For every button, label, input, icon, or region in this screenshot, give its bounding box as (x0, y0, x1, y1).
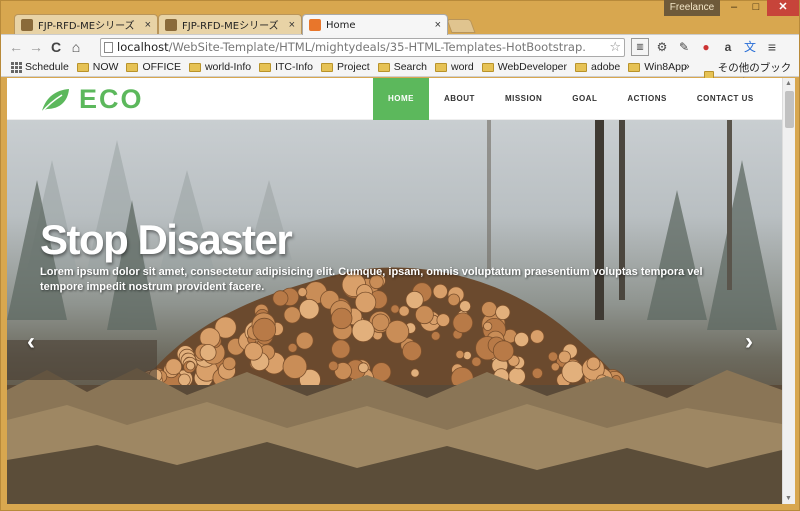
tab-fjp-2[interactable]: FJP-RFD-MEシリーズ【従 × (158, 14, 302, 34)
close-window-button[interactable]: ✕ (767, 0, 799, 16)
back-button[interactable]: ← (6, 37, 26, 57)
tab-home[interactable]: Home × (302, 14, 448, 35)
page-viewport: ECO HOME ABOUT MISSION GOAL ACTIONS CONT… (7, 78, 782, 504)
bookmark-folder[interactable]: world-Info (188, 61, 251, 73)
extension-icon[interactable]: ● (697, 38, 715, 56)
menu-item-goal[interactable]: GOAL (557, 78, 612, 120)
tab-close-icon[interactable]: × (435, 19, 441, 31)
page-icon (104, 42, 113, 53)
logo-text: ECO (79, 84, 144, 114)
site-navbar: ECO HOME ABOUT MISSION GOAL ACTIONS CONT… (7, 78, 782, 120)
amazon-icon[interactable]: a (719, 38, 737, 56)
folder-icon (126, 62, 139, 72)
bookmarks-bar: Schedule NOW OFFICE world-Info ITC-Info … (1, 58, 799, 89)
folder-icon (481, 62, 494, 72)
bookmark-folder[interactable]: Search (377, 61, 427, 73)
new-tab-button[interactable] (446, 19, 476, 33)
tab-fjp-1[interactable]: FJP-RFD-MEシリーズ【従 × (14, 14, 158, 34)
extension-icon[interactable]: ✎ (675, 38, 693, 56)
hero-title: Stop Disaster (40, 216, 293, 263)
bookmark-folder[interactable]: word (434, 61, 474, 73)
maximize-button[interactable]: □ (745, 0, 767, 16)
page-scrollbar[interactable]: ▲ ▼ (782, 78, 795, 504)
folder-icon (259, 62, 272, 72)
hero-description: Lorem ipsum dolor sit amet, consectetur … (40, 266, 703, 293)
address-bar[interactable]: localhost/WebSite-Template/HTML/mightyde… (100, 38, 625, 57)
tab-close-icon[interactable]: × (289, 19, 295, 31)
main-menu: HOME ABOUT MISSION GOAL ACTIONS CONTACT … (373, 78, 769, 120)
profile-badge[interactable]: Freelance (664, 0, 720, 16)
bookmark-folder[interactable]: adobe (575, 61, 620, 73)
tab-close-icon[interactable]: × (145, 19, 151, 31)
slider-next-button[interactable]: › (745, 328, 753, 356)
slider-prev-button[interactable]: ‹ (27, 328, 35, 356)
menu-item-mission[interactable]: MISSION (490, 78, 557, 120)
extension-icon[interactable]: ▥ (631, 38, 649, 56)
bookmark-folder[interactable]: WebDeveloper (481, 61, 567, 73)
reload-button[interactable]: C (46, 37, 66, 57)
tab-favicon-icon (21, 18, 33, 31)
leaf-icon (41, 88, 69, 113)
bookmark-folder[interactable]: Project (321, 61, 370, 73)
folder-icon (434, 62, 447, 72)
menu-icon[interactable]: ≡ (763, 38, 781, 56)
scroll-thumb[interactable] (785, 91, 794, 128)
menu-item-actions[interactable]: ACTIONS (612, 78, 682, 120)
bookmark-star-icon[interactable]: ☆ (609, 39, 621, 56)
browser-toolbar: ← → C ⌂ localhost/WebSite-Template/HTML/… (1, 34, 799, 58)
minimize-button[interactable]: – (723, 0, 745, 16)
hero-background-image (7, 120, 782, 504)
menu-item-home[interactable]: HOME (373, 78, 429, 120)
folder-icon (377, 62, 390, 72)
apps-icon (11, 62, 22, 73)
tab-favicon-icon (165, 18, 177, 31)
folder-icon (321, 62, 334, 72)
bookmark-folder[interactable]: Win8App (628, 61, 687, 73)
tab-favicon-icon (309, 19, 321, 31)
bookmarks-overflow-button[interactable]: » (684, 61, 690, 72)
home-button[interactable]: ⌂ (66, 37, 86, 57)
menu-item-contact-us[interactable]: CONTACT US (682, 78, 769, 120)
forward-button[interactable]: → (26, 37, 46, 57)
translate-icon[interactable]: 文 (741, 38, 759, 56)
folder-icon (76, 62, 89, 72)
folder-icon (628, 62, 641, 72)
bookmark-folder[interactable]: NOW (76, 61, 118, 73)
folder-icon (575, 62, 588, 72)
gear-icon[interactable]: ⚙ (653, 38, 671, 56)
bookmark-schedule[interactable]: Schedule (7, 61, 69, 73)
extension-icons: ▥ ⚙ ✎ ● a 文 ≡ (631, 38, 781, 56)
scroll-up-icon[interactable]: ▲ (785, 80, 792, 87)
scroll-down-icon[interactable]: ▼ (785, 495, 792, 502)
tab-strip: FJP-RFD-MEシリーズ【従 × FJP-RFD-MEシリーズ【従 × Ho… (0, 0, 800, 35)
menu-item-about[interactable]: ABOUT (429, 78, 490, 120)
bookmark-folder[interactable]: ITC-Info (259, 61, 313, 73)
site-logo[interactable]: ECO (40, 84, 144, 115)
folder-icon (188, 62, 201, 72)
hero-slider: Stop Disaster Lorem ipsum dolor sit amet… (7, 120, 782, 504)
bookmark-folder[interactable]: OFFICE (126, 61, 181, 73)
